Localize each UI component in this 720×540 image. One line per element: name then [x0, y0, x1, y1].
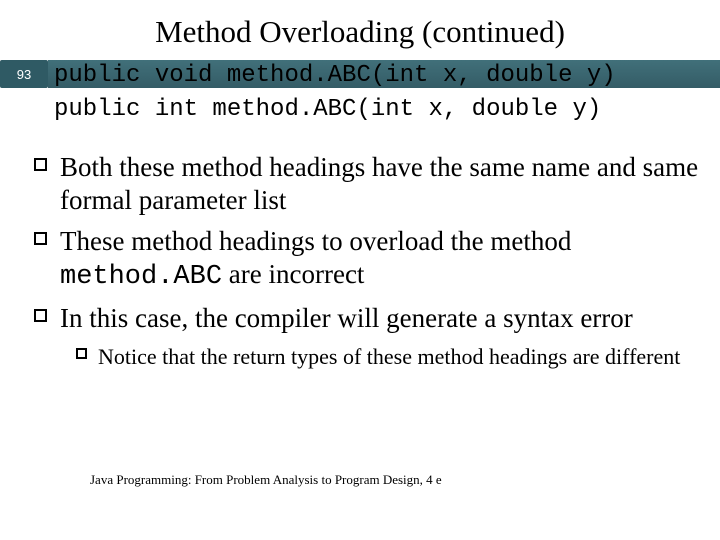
sub-bullet-text: Notice that the return types of these me… — [98, 344, 680, 369]
bullet-text: These method headings to overload the me… — [60, 226, 571, 256]
bullet-item: These method headings to overload the me… — [34, 225, 704, 294]
footer-text: Java Programming: From Problem Analysis … — [90, 472, 442, 488]
bullet-text: are incorrect — [222, 259, 364, 289]
bullet-list: Both these method headings have the same… — [34, 151, 704, 370]
slide-title: Method Overloading (continued) — [0, 14, 720, 50]
bullet-marker-icon — [34, 309, 47, 322]
sub-bullet-item: Notice that the return types of these me… — [76, 343, 704, 371]
bullet-text: Both these method headings have the same… — [60, 152, 698, 215]
bullet-code: method.ABC — [60, 262, 222, 292]
bullet-item: Both these method headings have the same… — [34, 151, 704, 217]
code-line-2: public int method.ABC(int x, double y) — [54, 96, 720, 123]
slide-number-badge: 93 — [0, 60, 48, 88]
bullet-marker-icon — [34, 158, 47, 171]
bullet-item: In this case, the compiler will generate… — [34, 302, 704, 335]
bullet-text: In this case, the compiler will generate… — [60, 303, 633, 333]
bullet-marker-icon — [34, 232, 47, 245]
code-line-1: public void method.ABC(int x, double y) — [54, 62, 616, 89]
header-stripe-row: 93 public void method.ABC(int x, double … — [0, 60, 720, 94]
sub-bullet-marker-icon — [76, 348, 87, 359]
